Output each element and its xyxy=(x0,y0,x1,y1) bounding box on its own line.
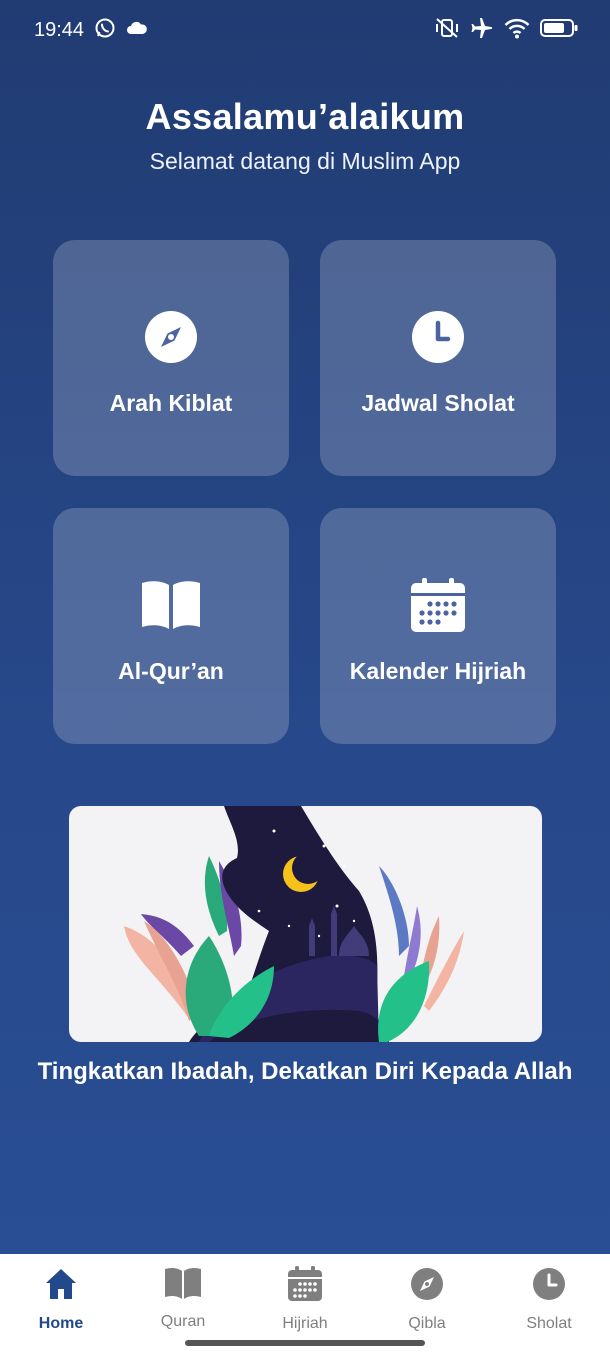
kalender-hijriah-card[interactable]: Kalender Hijriah xyxy=(320,508,556,744)
jadwal-sholat-card[interactable]: Jadwal Sholat xyxy=(320,240,556,476)
welcome-subtitle: Selamat datang di Muslim App xyxy=(149,148,461,174)
cloud-icon xyxy=(126,20,148,41)
card-label: Arah Kiblat xyxy=(109,389,233,416)
book-icon xyxy=(164,1266,202,1305)
arah-kiblat-card[interactable]: Arah Kiblat xyxy=(53,240,289,476)
nav-home[interactable]: Home xyxy=(6,1266,116,1356)
tagline: Tingkatkan Ibadah, Dekatkan Diri Kepada … xyxy=(37,1058,573,1085)
calendar-icon xyxy=(410,576,466,634)
card-label: Kalender Hijriah xyxy=(349,657,527,684)
whatsapp-icon xyxy=(94,17,116,44)
greeting-title: Assalamu’alaikum xyxy=(145,96,465,137)
clock-icon xyxy=(531,1266,567,1307)
status-time: 19:44 xyxy=(34,18,85,41)
status-right xyxy=(434,16,578,45)
nav-label: Home xyxy=(38,1315,84,1332)
compass-icon xyxy=(144,308,198,366)
praying-silhouette-illustration xyxy=(124,806,464,1042)
home-icon xyxy=(43,1266,79,1307)
status-bar: 19:44 xyxy=(0,0,610,60)
header: Assalamu’alaikum Selamat datang di Musli… xyxy=(0,96,610,175)
compass-icon xyxy=(409,1266,445,1307)
clock-icon xyxy=(411,308,465,366)
card-label: Al-Qur’an xyxy=(118,657,224,684)
status-left: 19:44 xyxy=(34,17,148,44)
book-icon xyxy=(140,576,202,634)
battery-icon xyxy=(540,18,578,43)
nav-label: Quran xyxy=(160,1313,206,1330)
calendar-icon xyxy=(287,1266,323,1307)
airplane-icon xyxy=(470,16,494,45)
nav-label: Hijriah xyxy=(282,1315,328,1332)
al-quran-card[interactable]: Al-Qur’an xyxy=(53,508,289,744)
nav-label: Sholat xyxy=(526,1315,572,1332)
wifi-icon xyxy=(504,17,530,44)
menu-grid: Arah Kiblat Jadwal Sholat Al-Qur’an Kale… xyxy=(53,240,556,744)
nav-sholat[interactable]: Sholat xyxy=(494,1266,604,1356)
card-label: Jadwal Sholat xyxy=(361,389,515,416)
home-indicator[interactable] xyxy=(185,1340,425,1346)
banner-illustration xyxy=(69,806,542,1042)
nav-label: Qibla xyxy=(408,1315,446,1332)
vibrate-off-icon xyxy=(434,17,460,44)
